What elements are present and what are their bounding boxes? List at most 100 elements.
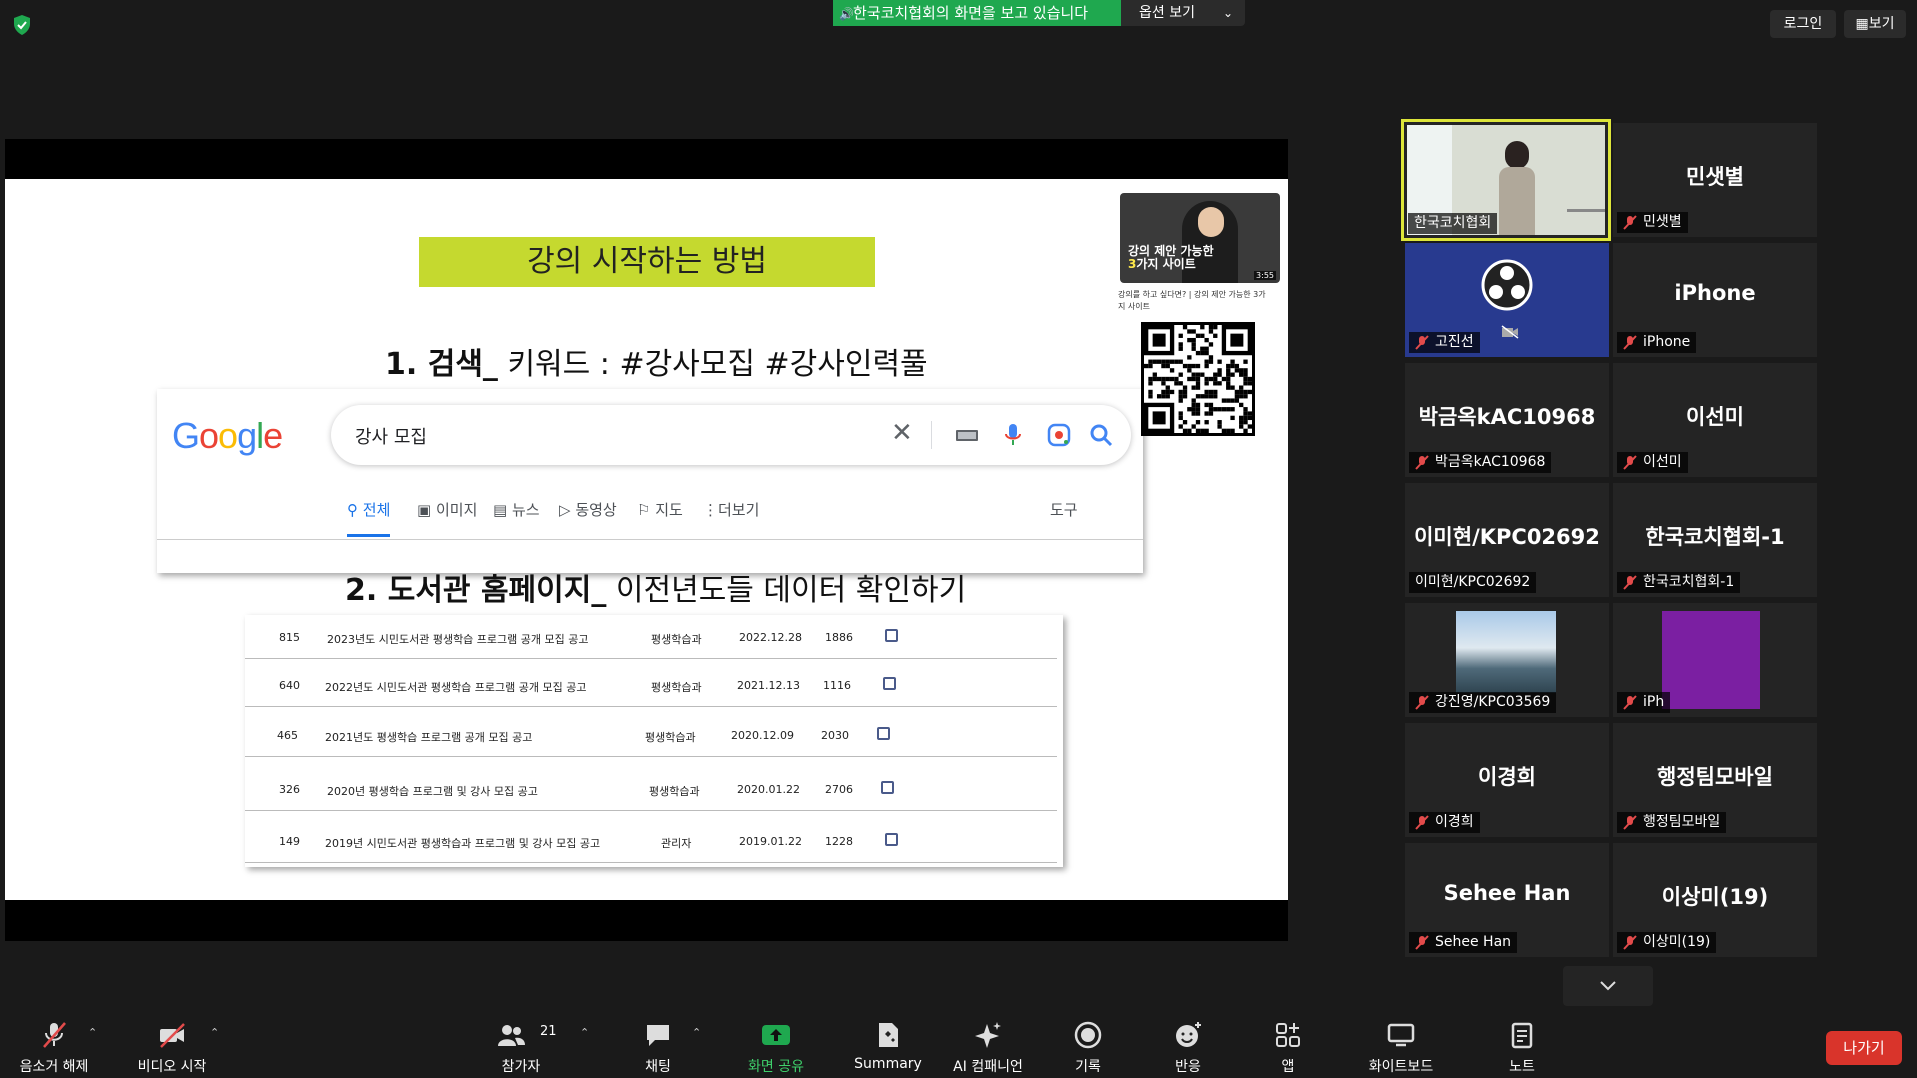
divider xyxy=(157,539,1143,540)
google-tab-maps: ⚐ 지도 xyxy=(637,501,683,519)
keyboard-icon xyxy=(956,430,978,441)
search-divider xyxy=(931,421,932,449)
participant-name-label: 박금옥kAC10968 xyxy=(1409,452,1552,473)
participant-tile[interactable]: 민샛별 민샛별 xyxy=(1613,123,1817,237)
summary-button[interactable]: Summary xyxy=(848,1014,928,1078)
participant-tile[interactable]: 고진선 xyxy=(1405,243,1609,357)
reactions-button[interactable]: 반응 xyxy=(1158,1014,1218,1078)
search-icon xyxy=(1090,424,1113,447)
participant-tile[interactable]: 이상미(19) 이상미(19) xyxy=(1613,843,1817,957)
participants-label: 참가자 xyxy=(501,1059,541,1075)
participant-tile[interactable]: 강진영/KPC03569 xyxy=(1405,603,1609,717)
unmute-label: 음소거 해제 xyxy=(19,1059,89,1075)
participant-photo xyxy=(1456,611,1556,693)
view-options-button[interactable]: 옵션 보기 ⌄ xyxy=(1121,0,1245,26)
google-logo: Google xyxy=(172,415,283,456)
participant-tile[interactable]: iPh xyxy=(1613,603,1817,717)
leave-meeting-button[interactable]: 나가기 xyxy=(1826,1031,1902,1065)
record-button[interactable]: 기록 xyxy=(1058,1014,1118,1078)
google-tab-news: ▤ 뉴스 xyxy=(493,501,540,519)
clear-icon: ✕ xyxy=(891,418,913,448)
video-options-caret[interactable]: ⌃ xyxy=(210,1014,224,1078)
search-icon: ⚲ xyxy=(347,501,358,519)
participant-tile[interactable]: 한국코치협회-1 한국코치협회-1 xyxy=(1613,483,1817,597)
whiteboard-button[interactable]: 화이트보드 xyxy=(1358,1014,1444,1078)
participant-tile[interactable]: 행정팀모바일 행정팀모바일 xyxy=(1613,723,1817,837)
heading2-rest: 이전년도들 데이터 확인하기 xyxy=(606,573,967,608)
muted-mic-icon xyxy=(1623,935,1637,950)
heading2-bold: 2. 도서관 홈페이지_ xyxy=(345,573,607,608)
ai-companion-button[interactable]: AI 컴패니언 xyxy=(946,1014,1030,1078)
muted-mic-icon xyxy=(1623,455,1637,470)
participant-tile[interactable]: iPhone iPhone xyxy=(1613,243,1817,357)
participant-name-label: iPh xyxy=(1617,692,1671,713)
audio-options-caret[interactable]: ⌃ xyxy=(88,1014,102,1078)
table-row: 326 2020년 평생학습 프로그램 및 강사 모집 공고 평생학습과 202… xyxy=(245,767,1057,811)
file-icon xyxy=(881,781,894,794)
participant-display-name: 민샛별 xyxy=(1686,165,1744,189)
view-layout-button[interactable]: ▦보기 xyxy=(1844,10,1906,38)
layout-icon: ▦ xyxy=(1855,16,1869,32)
notes-icon xyxy=(1511,1022,1533,1049)
participant-name-label: 강진영/KPC03569 xyxy=(1409,692,1557,713)
table-row: 149 2019년 시민도서관 평생학습과 프로그램 및 강사 모집 공고 관리… xyxy=(245,819,1057,863)
participant-tile[interactable]: 이경희 이경희 xyxy=(1405,723,1609,837)
login-button[interactable]: 로그인 xyxy=(1770,10,1836,38)
muted-mic-icon xyxy=(1415,935,1429,950)
google-tabs: ⚲ 전체 ▣ 이미지 ▤ 뉴스 ▷ 동영상 ⚐ 지도 ⋮더보기 도구 xyxy=(347,497,1127,537)
summary-label: Summary xyxy=(854,1056,922,1072)
participants-icon xyxy=(498,1025,525,1046)
participant-tile[interactable]: 이미현/KPC02692 이미현/KPC02692 xyxy=(1405,483,1609,597)
news-icon: ▤ xyxy=(493,501,508,519)
participant-name-label: 이미현/KPC02692 xyxy=(1409,572,1537,593)
shared-screen[interactable]: 강의 시작하는 방법 1. 검색_ 키워드 : #강사모집 #강사인력풀 Goo… xyxy=(5,139,1288,941)
chevron-down-icon: ⌄ xyxy=(1222,6,1233,20)
participant-tile[interactable]: 이선미 이선미 xyxy=(1613,363,1817,477)
image-icon: ▣ xyxy=(417,501,432,519)
participant-display-name: 이상미(19) xyxy=(1661,885,1769,909)
slide-heading-search: 1. 검색_ 키워드 : #강사모집 #강사인력풀 xyxy=(385,339,985,383)
google-tab-images: ▣ 이미지 xyxy=(417,501,478,519)
apps-button[interactable]: 앱 xyxy=(1258,1014,1318,1078)
file-icon xyxy=(885,833,898,846)
chevron-up-icon: ⌃ xyxy=(580,1026,590,1039)
muted-mic-icon xyxy=(1623,575,1637,590)
screen-share-banner: 🔊한국코치협회의 화면을 보고 있습니다 xyxy=(833,0,1121,26)
chevron-up-icon: ⌃ xyxy=(210,1026,220,1039)
share-screen-button[interactable]: 화면 공유 xyxy=(736,1014,816,1078)
participant-display-name: iPhone xyxy=(1674,281,1756,305)
heading1-bold: 1. 검색_ xyxy=(385,347,498,382)
record-icon xyxy=(1074,1021,1102,1049)
chat-button[interactable]: 채팅 xyxy=(628,1014,688,1078)
gallery-next-page-button[interactable] xyxy=(1563,966,1653,1006)
thumbnail-title: 강의 제안 가능한 3가지 사이트 xyxy=(1128,244,1214,271)
obs-logo-icon xyxy=(1481,259,1533,311)
start-video-button[interactable]: 비디오 시작 xyxy=(128,1014,216,1078)
view-options-label: 옵션 보기 xyxy=(1139,5,1195,21)
muted-mic-icon xyxy=(1415,695,1429,710)
chat-options-caret[interactable]: ⌃ xyxy=(692,1014,706,1078)
participants-options-caret[interactable]: ⌃ xyxy=(580,1014,594,1078)
record-label: 기록 xyxy=(1075,1059,1101,1075)
unmute-button[interactable]: 음소거 해제 xyxy=(8,1014,100,1078)
reaction-smiley-icon xyxy=(1176,1022,1201,1047)
participant-tile[interactable]: Sehee Han Sehee Han xyxy=(1405,843,1609,957)
participant-display-name: 이선미 xyxy=(1686,405,1744,429)
google-lens-icon xyxy=(1047,423,1071,447)
table-row: 465 2021년도 평생학습 프로그램 공개 모집 공고 평생학습과 2020… xyxy=(245,713,1057,757)
participant-tile-active-speaker[interactable]: 한국코치협회 xyxy=(1401,119,1611,241)
notes-button[interactable]: 노트 xyxy=(1492,1014,1552,1078)
participant-name-label: 이경희 xyxy=(1409,812,1480,833)
security-shield-icon[interactable] xyxy=(12,14,32,36)
chevron-down-icon xyxy=(1600,981,1616,991)
participant-name-label: iPhone xyxy=(1617,332,1697,353)
video-off-icon xyxy=(160,1023,185,1048)
participant-tile[interactable]: 박금옥kAC10968 박금옥kAC10968 xyxy=(1405,363,1609,477)
slide-heading-library: 2. 도서관 홈페이지_ 이전년도들 데이터 확인하기 xyxy=(345,565,1045,609)
qr-code-icon xyxy=(1141,322,1255,436)
participants-button[interactable]: 21 참가자 xyxy=(486,1014,557,1078)
participant-name-label: 이상미(19) xyxy=(1617,932,1717,953)
chat-icon xyxy=(647,1025,669,1046)
summary-icon xyxy=(879,1023,898,1047)
muted-mic-icon xyxy=(1623,335,1637,350)
